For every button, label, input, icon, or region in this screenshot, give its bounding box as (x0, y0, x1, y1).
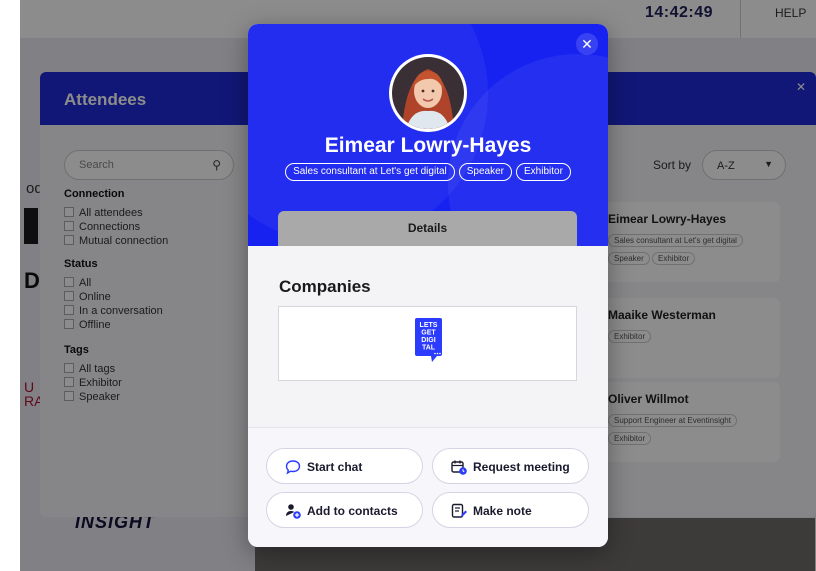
make-note-label: Make note (473, 504, 532, 518)
chat-bubble-icon (285, 460, 301, 475)
request-meeting-label: Request meeting (473, 460, 570, 474)
lets-get-digital-logo: LETS GET DIGI TAL (415, 318, 442, 362)
profile-header: ✕ Eimear Lowry-Hayes Sales consultant at… (248, 24, 608, 246)
add-to-contacts-label: Add to contacts (307, 504, 398, 518)
make-note-button[interactable]: Make note (432, 492, 589, 528)
left-margin (0, 0, 20, 571)
profile-tags: Sales consultant at Let's get digital Sp… (248, 163, 608, 181)
profile-details-content: Companies LETS GET DIGI TAL (248, 246, 608, 427)
profile-name: Eimear Lowry-Hayes (324, 134, 532, 157)
add-to-contacts-button[interactable]: Add to contacts (266, 492, 423, 528)
avatar (389, 54, 467, 132)
close-icon[interactable]: ✕ (576, 33, 598, 55)
company-card[interactable]: LETS GET DIGI TAL (278, 306, 577, 381)
profile-actions: Start chat Request meeting Add to contac… (248, 427, 608, 547)
start-chat-button[interactable]: Start chat (266, 448, 423, 484)
add-user-icon (286, 504, 301, 519)
role-badge: Sales consultant at Let's get digital (285, 163, 455, 181)
profile-modal: ✕ Eimear Lowry-Hayes Sales consultant at… (248, 24, 608, 547)
calendar-clock-icon (451, 460, 467, 475)
note-edit-icon (451, 503, 467, 518)
exhibitor-badge: Exhibitor (516, 163, 571, 181)
companies-heading: Companies (279, 277, 371, 296)
request-meeting-button[interactable]: Request meeting (432, 448, 589, 484)
svg-text:LETS: LETS (420, 322, 438, 329)
svg-text:TAL: TAL (422, 345, 436, 352)
svg-text:DIGI: DIGI (421, 337, 435, 344)
start-chat-label: Start chat (307, 460, 363, 474)
svg-text:GET: GET (421, 330, 436, 337)
tab-details[interactable]: Details (278, 211, 577, 246)
speaker-badge: Speaker (458, 163, 512, 181)
